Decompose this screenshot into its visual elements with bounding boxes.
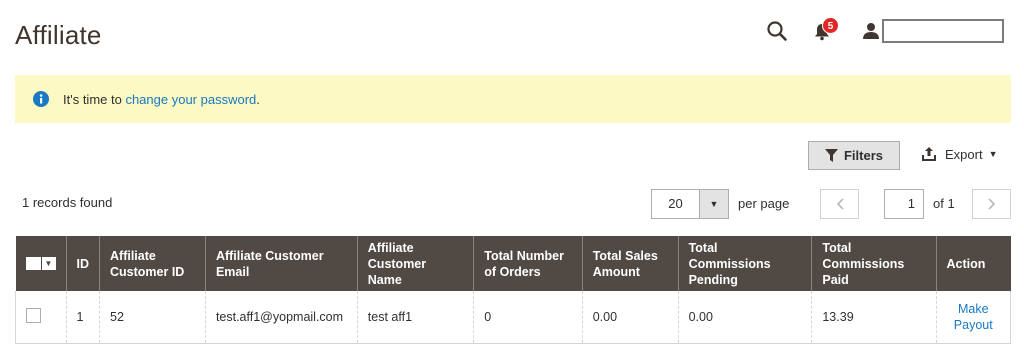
notifications-button[interactable]: 5: [814, 17, 839, 41]
filters-label: Filters: [843, 148, 883, 163]
mass-select-dropdown[interactable]: ▼: [25, 257, 56, 270]
row-checkbox[interactable]: [26, 307, 41, 323]
cell-action: Make Payout: [935, 291, 1012, 344]
info-icon: [33, 91, 49, 107]
page-title: Affiliate: [15, 20, 102, 50]
export-icon: [922, 147, 936, 161]
column-header-customer-id[interactable]: Affiliate Customer ID: [99, 236, 206, 291]
column-header-sales[interactable]: Total Sales Amount: [581, 236, 679, 291]
cell-paid: 13.39: [811, 291, 937, 344]
records-found: 1 records found: [22, 195, 113, 210]
cell-customer-id: 52: [99, 291, 206, 344]
chevron-left-icon: [836, 198, 844, 210]
cell-sales: 0.00: [581, 291, 679, 344]
cell-orders: 0: [473, 291, 583, 344]
next-page-button[interactable]: [972, 189, 1011, 219]
notice-prefix: It's time to: [63, 91, 126, 107]
page-number-input[interactable]: 1: [884, 189, 924, 219]
change-password-link[interactable]: change your password: [125, 92, 256, 107]
mass-action-header: ▼: [15, 236, 66, 291]
column-header-id[interactable]: ID: [65, 236, 100, 291]
column-header-orders[interactable]: Total Number of Orders: [473, 236, 583, 291]
cell-id: 1: [65, 291, 100, 344]
mass-select-checkbox[interactable]: [25, 257, 41, 270]
per-page-value: 20: [668, 196, 683, 211]
header-actions: 5: [766, 16, 1004, 46]
chevron-down-icon[interactable]: ▼: [41, 257, 56, 270]
column-header-pending[interactable]: Total Commissions Pending: [677, 236, 812, 291]
page-count: of 1: [933, 196, 955, 211]
filter-icon: [824, 149, 838, 162]
chevron-down-icon[interactable]: ▼: [699, 190, 728, 218]
column-header-paid[interactable]: Total Commissions Paid: [811, 236, 937, 291]
system-notice: It's time to change your password.: [15, 75, 1011, 123]
cell-email: test.aff1@yopmail.com: [204, 291, 358, 344]
cell-name: test aff1: [356, 291, 474, 344]
prev-page-button[interactable]: [820, 189, 859, 219]
user-account-button[interactable]: [882, 19, 1004, 43]
search-icon[interactable]: [766, 20, 788, 42]
filters-button[interactable]: Filters: [808, 141, 900, 170]
make-payout-link[interactable]: Make Payout: [947, 301, 1000, 333]
per-page-label: per page: [738, 196, 790, 211]
column-header-email[interactable]: Affiliate Customer Email: [204, 236, 358, 291]
export-label: Export: [945, 146, 983, 162]
notification-count-badge: 5: [822, 17, 839, 34]
chevron-down-icon: ▼: [988, 149, 998, 159]
grid-header-row: ▼ ID Affiliate Customer ID Affiliate Cus…: [15, 236, 1011, 291]
table-row: 1 52 test.aff1@yopmail.com test aff1 0 0…: [15, 291, 1012, 344]
notice-suffix: .: [256, 91, 260, 107]
row-select-cell: [15, 291, 66, 344]
column-header-name[interactable]: Affiliate Customer Name: [356, 236, 474, 291]
export-button[interactable]: Export ▼: [921, 146, 998, 162]
user-icon[interactable]: [862, 22, 880, 40]
affiliate-grid: ▼ ID Affiliate Customer ID Affiliate Cus…: [15, 236, 1012, 344]
chevron-right-icon: [987, 198, 995, 210]
cell-pending: 0.00: [677, 291, 812, 344]
column-header-action: Action: [935, 236, 1011, 291]
per-page-select[interactable]: 20 ▼: [651, 189, 729, 219]
